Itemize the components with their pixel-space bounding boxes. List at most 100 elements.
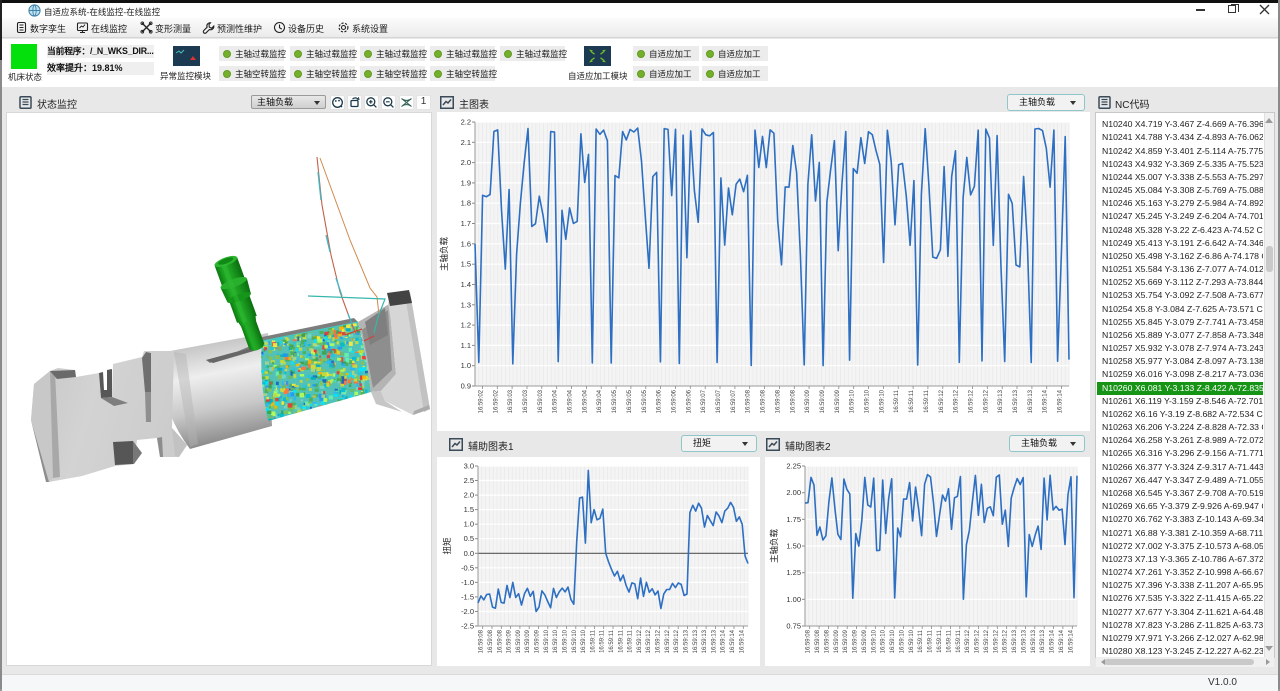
svg-text:16:59:10: 16:59:10	[544, 629, 550, 653]
svg-text:16:59:09: 16:59:09	[805, 389, 811, 413]
svg-text:1.5: 1.5	[464, 505, 474, 514]
svg-text:16:59:11: 16:59:11	[609, 629, 615, 653]
svg-text:16:59:08: 16:59:08	[790, 389, 796, 413]
svg-text:16:59:09: 16:59:09	[535, 629, 541, 653]
svg-text:16:59:03: 16:59:03	[538, 389, 544, 413]
svg-text:16:59:08: 16:59:08	[815, 629, 821, 653]
svg-text:16:59:09: 16:59:09	[820, 389, 826, 413]
svg-text:16:59:09: 16:59:09	[834, 629, 840, 653]
svg-text:16:59:04: 16:59:04	[597, 389, 603, 413]
svg-text:16:59:13: 16:59:13	[702, 629, 708, 653]
svg-text:16:59:03: 16:59:03	[523, 389, 529, 413]
svg-text:16:59:12: 16:59:12	[674, 629, 680, 653]
svg-text:16:59:08: 16:59:08	[806, 629, 812, 653]
svg-text:16:59:10: 16:59:10	[881, 629, 887, 653]
svg-text:16:59:13: 16:59:13	[1040, 629, 1046, 653]
svg-text:16:59:12: 16:59:12	[975, 629, 981, 653]
svg-text:1.0: 1.0	[464, 520, 474, 529]
svg-text:16:59:12: 16:59:12	[646, 629, 652, 653]
svg-text:16:59:10: 16:59:10	[900, 629, 906, 653]
svg-text:16:59:10: 16:59:10	[850, 389, 856, 413]
svg-text:16:59:04: 16:59:04	[568, 389, 574, 413]
svg-text:16:59:02: 16:59:02	[478, 389, 484, 413]
svg-text:16:59:12: 16:59:12	[965, 629, 971, 653]
svg-text:16:59:07: 16:59:07	[731, 389, 737, 413]
svg-text:16:59:05: 16:59:05	[642, 389, 648, 413]
svg-text:16:59:11: 16:59:11	[918, 629, 924, 653]
svg-text:16:59:14: 16:59:14	[1058, 389, 1064, 413]
svg-text:16:59:11: 16:59:11	[924, 389, 930, 413]
svg-text:16:59:11: 16:59:11	[628, 629, 634, 653]
svg-text:2.25: 2.25	[786, 462, 801, 471]
svg-text:16:59:12: 16:59:12	[656, 629, 662, 653]
svg-text:16:59:13: 16:59:13	[1031, 629, 1037, 653]
svg-text:16:59:13: 16:59:13	[998, 389, 1004, 413]
svg-text:主轴负载: 主轴负载	[439, 237, 449, 272]
svg-text:2.00: 2.00	[786, 488, 801, 497]
svg-text:16:59:02: 16:59:02	[493, 389, 499, 413]
svg-text:16:59:09: 16:59:09	[835, 389, 841, 413]
svg-text:16:59:04: 16:59:04	[553, 389, 559, 413]
svg-text:16:59:11: 16:59:11	[909, 389, 915, 413]
svg-text:-2.5: -2.5	[461, 622, 474, 631]
svg-text:16:59:11: 16:59:11	[928, 629, 934, 653]
svg-text:-1.0: -1.0	[461, 578, 474, 587]
svg-text:16:59:12: 16:59:12	[637, 629, 643, 653]
svg-text:1.75: 1.75	[786, 515, 801, 524]
svg-text:0.75: 0.75	[786, 622, 801, 631]
svg-text:16:59:11: 16:59:11	[894, 389, 900, 413]
svg-text:16:59:12: 16:59:12	[969, 389, 975, 413]
svg-text:16:59:08: 16:59:08	[497, 629, 503, 653]
svg-text:1.4: 1.4	[461, 280, 471, 289]
svg-text:16:59:12: 16:59:12	[1003, 629, 1009, 653]
svg-text:-2.0: -2.0	[461, 607, 474, 616]
svg-text:16:59:05: 16:59:05	[612, 389, 618, 413]
svg-text:-0.5: -0.5	[461, 563, 474, 572]
svg-text:16:59:07: 16:59:07	[701, 389, 707, 413]
svg-text:16:59:13: 16:59:13	[1012, 629, 1018, 653]
svg-text:16:59:08: 16:59:08	[824, 629, 830, 653]
svg-text:16:59:09: 16:59:09	[516, 629, 522, 653]
svg-text:16:59:06: 16:59:06	[672, 389, 678, 413]
svg-text:16:59:14: 16:59:14	[1050, 629, 1056, 653]
svg-text:16:59:13: 16:59:13	[711, 629, 717, 653]
svg-text:16:59:09: 16:59:09	[525, 629, 531, 653]
svg-text:16:59:10: 16:59:10	[562, 629, 568, 653]
svg-text:16:59:13: 16:59:13	[1013, 389, 1019, 413]
svg-text:16:59:14: 16:59:14	[1059, 629, 1065, 653]
svg-text:16:59:11: 16:59:11	[956, 629, 962, 653]
svg-text:16:59:13: 16:59:13	[1021, 629, 1027, 653]
svg-text:1.9: 1.9	[461, 178, 471, 187]
svg-text:16:59:05: 16:59:05	[627, 389, 633, 413]
svg-text:16:59:09: 16:59:09	[507, 629, 513, 653]
svg-text:16:59:03: 16:59:03	[508, 389, 514, 413]
svg-text:1.8: 1.8	[461, 199, 471, 208]
svg-text:主轴负载: 主轴负载	[769, 529, 779, 564]
svg-text:16:59:08: 16:59:08	[746, 389, 752, 413]
svg-text:16:59:12: 16:59:12	[939, 389, 945, 413]
svg-text:16:59:11: 16:59:11	[618, 629, 624, 653]
svg-text:16:59:11: 16:59:11	[946, 629, 952, 653]
svg-text:16:59:14: 16:59:14	[730, 629, 736, 653]
svg-text:1.3: 1.3	[461, 300, 471, 309]
svg-text:1.7: 1.7	[461, 219, 471, 228]
svg-text:16:59:08: 16:59:08	[761, 389, 767, 413]
svg-text:扭矩: 扭矩	[442, 537, 452, 555]
svg-text:1.0: 1.0	[461, 361, 471, 370]
svg-text:0.9: 0.9	[461, 382, 471, 391]
svg-text:16:59:12: 16:59:12	[983, 389, 989, 413]
svg-text:2.2: 2.2	[461, 118, 471, 127]
svg-text:1.6: 1.6	[461, 239, 471, 248]
svg-text:16:59:04: 16:59:04	[582, 389, 588, 413]
svg-text:1.1: 1.1	[461, 341, 471, 350]
svg-text:1.2: 1.2	[461, 321, 471, 330]
svg-text:16:59:08: 16:59:08	[775, 389, 781, 413]
svg-text:2.1: 2.1	[461, 138, 471, 147]
svg-text:16:59:08: 16:59:08	[488, 629, 494, 653]
svg-text:1.5: 1.5	[461, 260, 471, 269]
svg-text:16:59:09: 16:59:09	[862, 629, 868, 653]
svg-text:1.00: 1.00	[786, 595, 801, 604]
svg-text:16:59:07: 16:59:07	[716, 389, 722, 413]
svg-text:0.0: 0.0	[464, 549, 474, 558]
svg-text:16:59:12: 16:59:12	[665, 629, 671, 653]
